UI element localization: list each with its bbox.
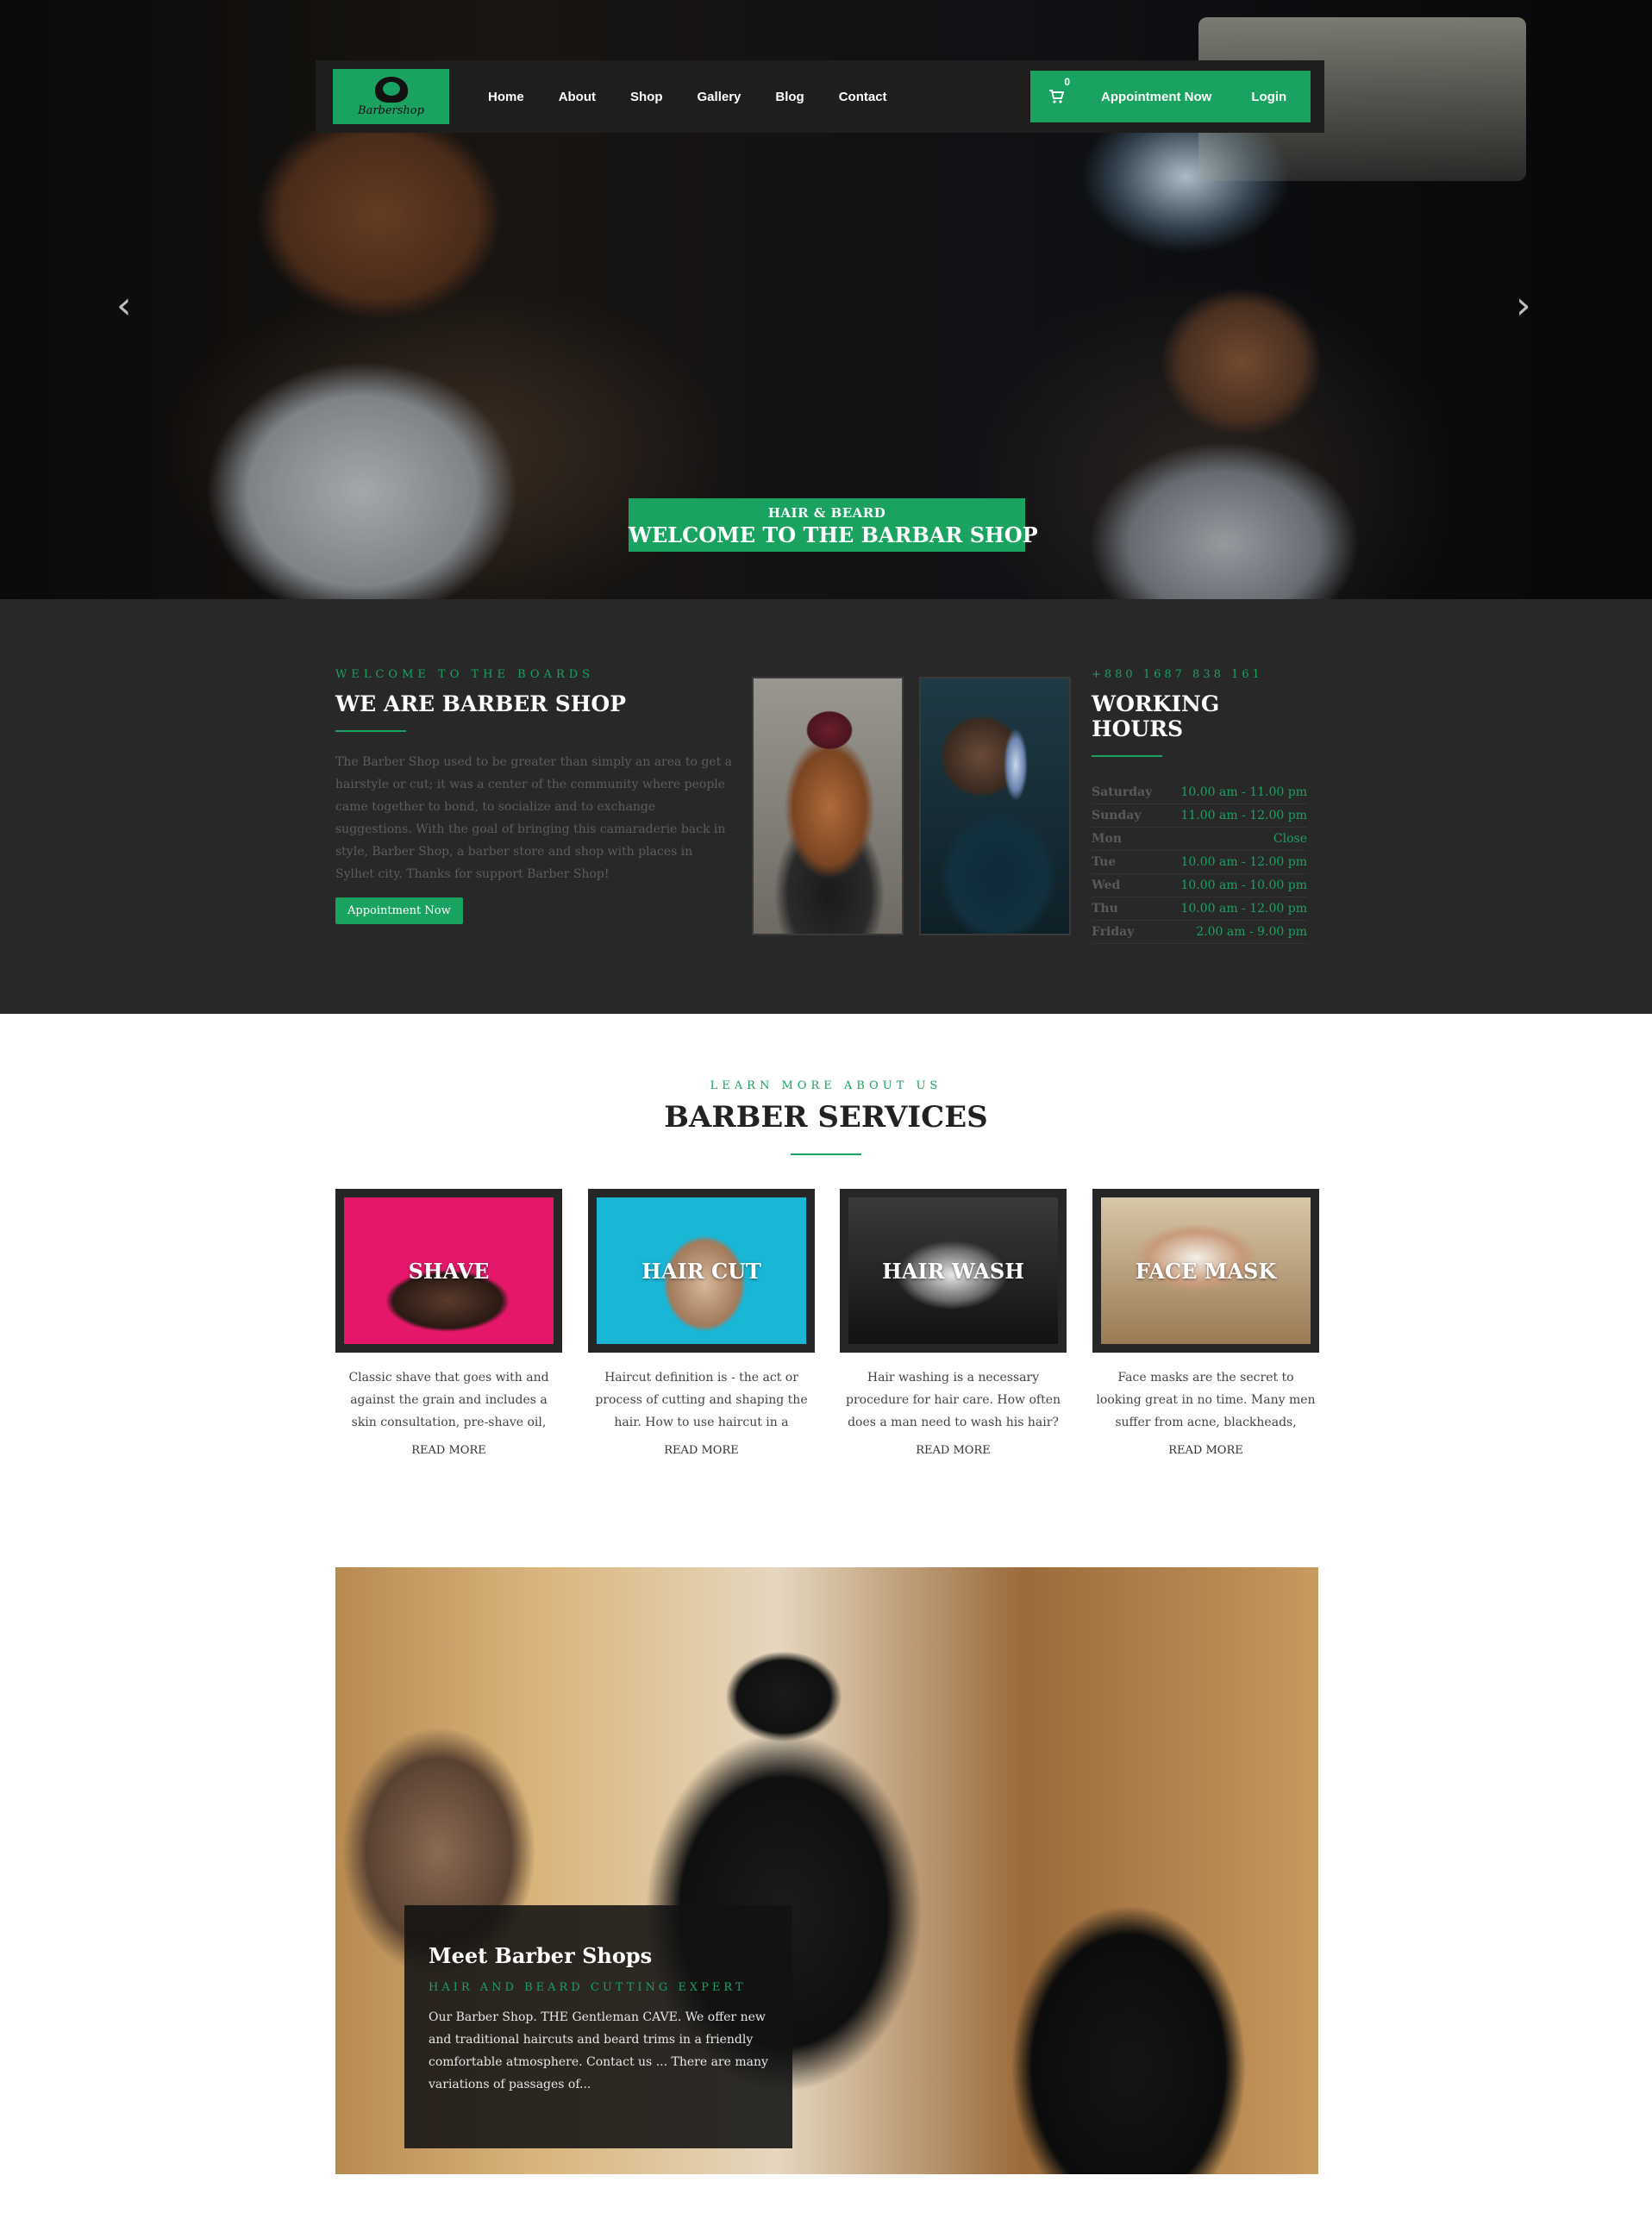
cart-icon <box>1049 90 1064 103</box>
cart-count-badge: 0 <box>1064 76 1070 88</box>
service-label: HAIR CUT <box>641 1258 761 1284</box>
chevron-right-icon[interactable]: › <box>1516 287 1542 325</box>
service-image-frame[interactable]: FACE MASK <box>1092 1189 1319 1353</box>
logo[interactable]: Barbershop <box>333 69 449 124</box>
hours-time: 10.00 am - 10.00 pm <box>1180 878 1307 892</box>
nav-link-home[interactable]: Home <box>488 90 524 104</box>
hours-day: Friday <box>1092 925 1135 939</box>
about-kicker: WELCOME TO THE BOARDS <box>335 668 595 681</box>
hours-row: Wed 10.00 am - 10.00 pm <box>1092 874 1307 897</box>
meet-kicker: HAIR AND BEARD CUTTING EXPERT <box>429 1981 747 1994</box>
hours-day: Saturday <box>1092 785 1153 799</box>
hero-title: WELCOME TO THE BARBAR SHOP <box>629 522 1038 547</box>
appointment-button[interactable]: Appointment Now <box>1101 90 1211 104</box>
read-more-link[interactable]: READ MORE <box>588 1444 815 1457</box>
about-text: The Barber Shop used to be greater than … <box>335 755 732 881</box>
nav-link-about[interactable]: About <box>559 90 596 104</box>
about-photo-barber-pole <box>919 677 1071 935</box>
service-description: Haircut definition is - the act or proce… <box>595 1371 808 1429</box>
service-label: HAIR WASH <box>882 1258 1024 1284</box>
service-card-hair-cut: HAIR CUT Haircut definition is - the act… <box>588 1189 815 1457</box>
hours-time: 2.00 am - 9.00 pm <box>1196 925 1307 939</box>
services-kicker: LEARN MORE ABOUT US <box>710 1079 942 1092</box>
read-more-link[interactable]: READ MORE <box>1092 1444 1319 1457</box>
service-card-hair-wash: HAIR WASH Hair washing is a necessary pr… <box>840 1189 1067 1457</box>
nav-link-contact[interactable]: Contact <box>839 90 887 104</box>
hero-subtitle: HAIR & BEARD <box>767 505 886 521</box>
hours-day: Thu <box>1092 902 1118 916</box>
meet-info-box: Meet Barber Shops HAIR AND BEARD CUTTING… <box>404 1905 792 2148</box>
read-more-link[interactable]: READ MORE <box>335 1444 562 1457</box>
service-image-frame[interactable]: HAIR WASH <box>840 1189 1067 1353</box>
cart-button[interactable]: 0 <box>1030 71 1082 122</box>
logo-text: Barbershop <box>358 103 424 117</box>
service-card-shave: SHAVE Classic shave that goes with and a… <box>335 1189 562 1457</box>
hours-day: Mon <box>1092 832 1123 846</box>
meet-title: Meet Barber Shops <box>429 1943 653 1968</box>
hours-day: Wed <box>1092 878 1121 892</box>
hours-row: Sunday 11.00 am - 12.00 pm <box>1092 804 1307 828</box>
service-description: Face masks are the secret to looking gre… <box>1096 1371 1316 1429</box>
about-title: WE ARE BARBER SHOP <box>335 691 626 716</box>
title-underline <box>1092 755 1162 757</box>
nav-links: Home About Shop Gallery Blog Contact <box>488 60 922 133</box>
service-card-face-mask: FACE MASK Face masks are the secret to l… <box>1092 1189 1319 1457</box>
service-image-frame[interactable]: SHAVE <box>335 1189 562 1353</box>
nav-link-gallery[interactable]: Gallery <box>698 90 742 104</box>
services-section: LEARN MORE ABOUT US BARBER SERVICES SHAV… <box>0 1014 1652 1497</box>
hours-row: Tue 10.00 am - 12.00 pm <box>1092 851 1307 874</box>
hours-day: Sunday <box>1092 809 1142 822</box>
hours-time: 10.00 am - 12.00 pm <box>1180 855 1307 869</box>
about-intro: WELCOME TO THE BOARDS WE ARE BARBER SHOP… <box>335 668 732 924</box>
hours-time: 10.00 am - 11.00 pm <box>1180 785 1307 799</box>
nav-link-shop[interactable]: Shop <box>630 90 663 104</box>
hair-wash-image: HAIR WASH <box>848 1197 1058 1344</box>
hours-row: Thu 10.00 am - 12.00 pm <box>1092 897 1307 921</box>
about-appointment-button[interactable]: Appointment Now <box>335 897 463 924</box>
login-button[interactable]: Login <box>1251 90 1286 104</box>
working-hours-title: WORKING HOURS <box>1092 691 1220 741</box>
hours-row: Mon Close <box>1092 828 1307 851</box>
phone-number: +880 1687 838 161 <box>1092 668 1263 681</box>
logo-icon <box>374 76 408 103</box>
hero-slider: Barbershop Home About Shop Gallery Blog … <box>0 0 1652 599</box>
hours-time: 11.00 am - 12.00 pm <box>1180 809 1307 822</box>
nav-actions: 0 Appointment Now Login <box>1030 71 1311 122</box>
meet-barber-banner: Meet Barber Shops HAIR AND BEARD CUTTING… <box>335 1567 1318 2174</box>
hair-cut-image: HAIR CUT <box>597 1197 806 1344</box>
hours-row: Saturday 10.00 am - 11.00 pm <box>1092 781 1307 804</box>
face-mask-image: FACE MASK <box>1101 1197 1311 1344</box>
service-description: Hair washing is a necessary procedure fo… <box>845 1371 1061 1429</box>
working-hours: +880 1687 838 161 WORKING HOURS Saturday… <box>1092 668 1307 944</box>
hours-table: Saturday 10.00 am - 11.00 pm Sunday 11.00 … <box>1092 781 1307 944</box>
navbar: Barbershop Home About Shop Gallery Blog … <box>316 60 1324 133</box>
hours-time: 10.00 am - 12.00 pm <box>1180 902 1307 916</box>
service-label: SHAVE <box>408 1258 490 1284</box>
service-image-frame[interactable]: HAIR CUT <box>588 1189 815 1353</box>
hours-day: Tue <box>1092 855 1117 869</box>
service-description: Classic shave that goes with and against… <box>348 1371 549 1429</box>
about-photo-hat-man <box>752 677 904 935</box>
hero-caption: HAIR & BEARD WELCOME TO THE BARBAR SHOP <box>629 498 1038 552</box>
hours-row: Friday 2.00 am - 9.00 pm <box>1092 921 1307 944</box>
title-underline <box>791 1153 861 1155</box>
title-underline <box>335 730 406 732</box>
nav-link-blog[interactable]: Blog <box>775 90 804 104</box>
service-label: FACE MASK <box>1135 1258 1277 1284</box>
chevron-left-icon[interactable]: ‹ <box>116 287 142 325</box>
hours-time: Close <box>1273 832 1307 846</box>
read-more-link[interactable]: READ MORE <box>840 1444 1067 1457</box>
meet-text: Our Barber Shop. THE Gentleman CAVE. We … <box>429 2010 768 2091</box>
about-section: WELCOME TO THE BOARDS WE ARE BARBER SHOP… <box>0 599 1652 1014</box>
services-title: BARBER SERVICES <box>664 1100 988 1135</box>
shave-image: SHAVE <box>344 1197 554 1344</box>
